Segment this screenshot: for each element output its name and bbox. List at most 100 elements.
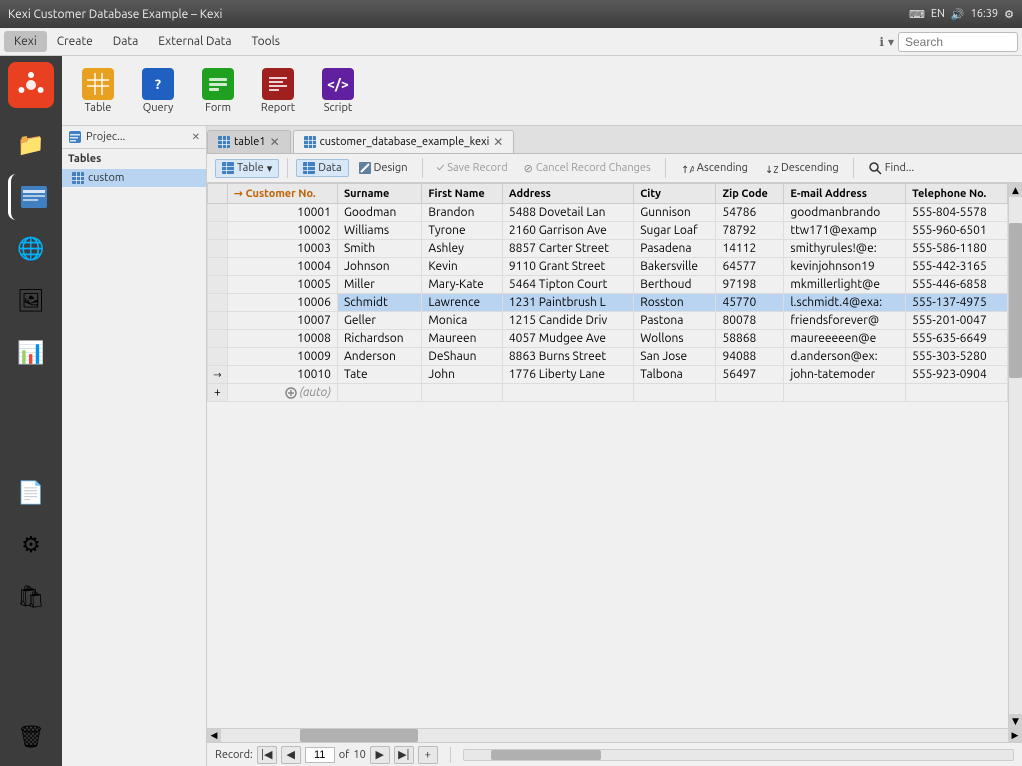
cell-telephone[interactable]: 555-804-5578 bbox=[906, 204, 1008, 222]
col-first-name[interactable]: First Name bbox=[422, 184, 503, 204]
scroll-track[interactable] bbox=[1009, 197, 1022, 714]
auto-cell[interactable]: (auto) bbox=[227, 384, 337, 402]
cell-customer_no[interactable]: 10008 bbox=[227, 330, 337, 348]
col-email[interactable]: E-mail Address bbox=[784, 184, 906, 204]
sidebar-item-custom[interactable]: custom bbox=[62, 169, 206, 187]
horizontal-scrollbar[interactable]: ◀ ▶ bbox=[207, 728, 1022, 742]
cell-address[interactable]: 1776 Liberty Lane bbox=[502, 366, 633, 384]
cell-telephone[interactable]: 555-137-4975 bbox=[906, 294, 1008, 312]
cell-surname[interactable]: Richardson bbox=[337, 330, 421, 348]
cell-email[interactable]: ttw171@examp bbox=[784, 222, 906, 240]
cell-surname[interactable]: Williams bbox=[337, 222, 421, 240]
cell-city[interactable]: Sugar Loaf bbox=[634, 222, 716, 240]
cell-customer_no[interactable]: 10004 bbox=[227, 258, 337, 276]
cell-zip_code[interactable]: 78792 bbox=[716, 222, 784, 240]
ubuntu-logo-icon[interactable] bbox=[8, 62, 54, 108]
cell-customer_no[interactable]: 10005 bbox=[227, 276, 337, 294]
cell-city[interactable]: Pasadena bbox=[634, 240, 716, 258]
new-cell-empty[interactable] bbox=[502, 384, 633, 402]
files-icon[interactable]: 📁 bbox=[8, 122, 54, 168]
cell-city[interactable]: Talbona bbox=[634, 366, 716, 384]
table-row[interactable]: 10003SmithAshley8857 Carter StreetPasade… bbox=[208, 240, 1008, 258]
new-record-row[interactable]: + (auto) bbox=[208, 384, 1008, 402]
cell-email[interactable]: d.anderson@ex: bbox=[784, 348, 906, 366]
new-cell-empty[interactable] bbox=[634, 384, 716, 402]
cell-zip_code[interactable]: 56497 bbox=[716, 366, 784, 384]
data-view-button[interactable]: Data bbox=[296, 159, 348, 177]
scroll-left-button[interactable]: ◀ bbox=[207, 729, 221, 743]
table-row[interactable]: 10004JohnsonKevin9110 Grant StreetBakers… bbox=[208, 258, 1008, 276]
cell-first_name[interactable]: Maureen bbox=[422, 330, 503, 348]
scroll-down-button[interactable]: ▼ bbox=[1009, 714, 1022, 728]
cell-city[interactable]: Wollons bbox=[634, 330, 716, 348]
cell-address[interactable]: 1231 Paintbrush L bbox=[502, 294, 633, 312]
cell-customer_no[interactable]: 10009 bbox=[227, 348, 337, 366]
scroll-up-button[interactable]: ▲ bbox=[1009, 183, 1022, 197]
table-row[interactable]: 10005MillerMary-Kate5464 Tipton CourtBer… bbox=[208, 276, 1008, 294]
cell-customer_no[interactable]: 10007 bbox=[227, 312, 337, 330]
h-scroll-track[interactable] bbox=[221, 729, 1008, 742]
cell-surname[interactable]: Tate bbox=[337, 366, 421, 384]
cell-surname[interactable]: Smith bbox=[337, 240, 421, 258]
table-row[interactable]: 10008RichardsonMaureen4057 Mudgee AveWol… bbox=[208, 330, 1008, 348]
script-button[interactable]: </> Script bbox=[310, 64, 366, 118]
cell-telephone[interactable]: 555-303-5280 bbox=[906, 348, 1008, 366]
cell-email[interactable]: maureeeeen@e bbox=[784, 330, 906, 348]
last-record-button[interactable]: ▶| bbox=[394, 746, 414, 764]
save-record-button[interactable]: ✓ Save Record bbox=[431, 160, 514, 176]
cell-city[interactable]: San Jose bbox=[634, 348, 716, 366]
photos-icon[interactable]: 🖼 bbox=[8, 278, 54, 324]
cell-first_name[interactable]: Monica bbox=[422, 312, 503, 330]
search-input[interactable] bbox=[898, 32, 1018, 52]
cell-telephone[interactable]: 555-923-0904 bbox=[906, 366, 1008, 384]
cancel-record-button[interactable]: ⊘ Cancel Record Changes bbox=[518, 160, 657, 177]
cell-first_name[interactable]: Tyrone bbox=[422, 222, 503, 240]
cell-email[interactable]: smithyrules!@e: bbox=[784, 240, 906, 258]
menu-data[interactable]: Data bbox=[103, 31, 149, 52]
close-project-icon[interactable]: ✕ bbox=[192, 131, 200, 143]
tab2-close-button[interactable]: ✕ bbox=[493, 135, 503, 149]
cell-surname[interactable]: Anderson bbox=[337, 348, 421, 366]
col-customer-no[interactable]: → Customer No. bbox=[227, 184, 337, 204]
cell-telephone[interactable]: 555-635-6649 bbox=[906, 330, 1008, 348]
add-record-button[interactable]: + bbox=[418, 746, 438, 764]
cell-zip_code[interactable]: 94088 bbox=[716, 348, 784, 366]
cell-first_name[interactable]: Mary-Kate bbox=[422, 276, 503, 294]
cell-city[interactable]: Pastona bbox=[634, 312, 716, 330]
menu-create[interactable]: Create bbox=[47, 31, 103, 52]
store-icon[interactable]: 🛍 bbox=[8, 574, 54, 620]
tab-table1[interactable]: table1 ✕ bbox=[207, 130, 291, 153]
col-address[interactable]: Address bbox=[502, 184, 633, 204]
form-button[interactable]: Form bbox=[190, 64, 246, 118]
cell-address[interactable]: 4057 Mudgee Ave bbox=[502, 330, 633, 348]
new-cell-empty[interactable] bbox=[716, 384, 784, 402]
cell-telephone[interactable]: 555-446-6858 bbox=[906, 276, 1008, 294]
cell-surname[interactable]: Goodman bbox=[337, 204, 421, 222]
cell-surname[interactable]: Schmidt bbox=[337, 294, 421, 312]
browser-icon[interactable]: 🌐 bbox=[8, 226, 54, 272]
trash-icon[interactable]: 🗑 bbox=[8, 714, 54, 760]
cell-first_name[interactable]: Brandon bbox=[422, 204, 503, 222]
tab1-close-button[interactable]: ✕ bbox=[270, 135, 280, 149]
table-button[interactable]: Table bbox=[70, 64, 126, 118]
report-button[interactable]: Report bbox=[250, 64, 306, 118]
table-row[interactable]: 10006SchmidtLawrence1231 Paintbrush LRos… bbox=[208, 294, 1008, 312]
menu-tools[interactable]: Tools bbox=[242, 31, 291, 52]
col-telephone[interactable]: Telephone No. bbox=[906, 184, 1008, 204]
cell-email[interactable]: l.schmidt.4@exa: bbox=[784, 294, 906, 312]
cell-surname[interactable]: Miller bbox=[337, 276, 421, 294]
cell-email[interactable]: john-tatemoder bbox=[784, 366, 906, 384]
col-city[interactable]: City bbox=[634, 184, 716, 204]
first-record-button[interactable]: |◀ bbox=[257, 746, 277, 764]
prev-record-button[interactable]: ◀ bbox=[281, 746, 301, 764]
next-record-button[interactable]: ▶ bbox=[370, 746, 390, 764]
ascending-sort-button[interactable]: ↑A Ascending bbox=[674, 159, 754, 177]
cell-first_name[interactable]: Kevin bbox=[422, 258, 503, 276]
text-editor-icon[interactable]: 📄 bbox=[8, 470, 54, 516]
scroll-right-button[interactable]: ▶ bbox=[1008, 729, 1022, 743]
cell-city[interactable]: Bakersville bbox=[634, 258, 716, 276]
cell-telephone[interactable]: 555-442-3165 bbox=[906, 258, 1008, 276]
cell-customer_no[interactable]: 10006 bbox=[227, 294, 337, 312]
cell-zip_code[interactable]: 80078 bbox=[716, 312, 784, 330]
cell-customer_no[interactable]: 10010 bbox=[227, 366, 337, 384]
